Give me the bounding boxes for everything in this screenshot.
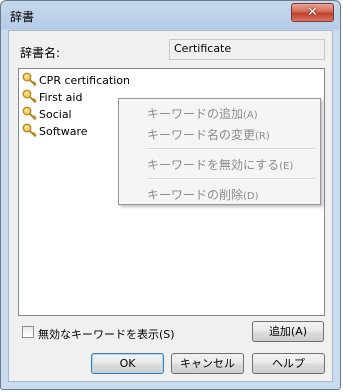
- menu-item-disable-keyword[interactable]: キーワードを無効にする(E): [147, 156, 293, 173]
- menu-item-label: キーワード名の変更: [147, 128, 256, 142]
- title-bar[interactable]: 辞書 ✕: [1, 1, 340, 29]
- menu-item-label: キーワードの削除: [147, 188, 244, 202]
- cancel-button[interactable]: キャンセル: [171, 353, 244, 374]
- key-icon: [22, 89, 37, 104]
- key-icon: [22, 72, 37, 87]
- help-button[interactable]: ヘルプ: [252, 353, 325, 374]
- key-icon: [22, 106, 37, 121]
- show-disabled-label: 無効なキーワードを表示(S): [38, 328, 175, 341]
- menu-item-label: キーワードを無効にする: [147, 158, 280, 172]
- dialog-body: 辞書名: Certificate CPR certification First…: [8, 30, 333, 382]
- key-icon: [22, 123, 37, 138]
- context-menu: キーワードの追加(A) キーワード名の変更(R) キーワードを無効にする(E) …: [118, 98, 321, 205]
- add-keyword-button[interactable]: 追加(A): [252, 321, 324, 342]
- close-button[interactable]: ✕: [291, 3, 334, 22]
- menu-item-accelerator: (R): [255, 131, 270, 142]
- close-icon: ✕: [307, 5, 318, 20]
- menu-item-accelerator: (A): [243, 110, 258, 121]
- menu-item-accelerator: (D): [243, 191, 259, 202]
- menu-item-delete-keyword[interactable]: キーワードの削除(D): [147, 186, 259, 203]
- menu-item-label: キーワードの追加: [147, 107, 244, 121]
- keyword-label: Software: [39, 125, 88, 138]
- dictionary-name-label: 辞書名:: [20, 46, 61, 60]
- menu-item-add-keyword[interactable]: キーワードの追加(A): [147, 105, 258, 122]
- keyword-label: CPR certification: [39, 74, 130, 87]
- window-title: 辞書: [10, 10, 35, 24]
- menu-item-rename-keyword[interactable]: キーワード名の変更(R): [147, 126, 270, 143]
- ok-button[interactable]: OK: [91, 353, 164, 374]
- show-disabled-checkbox[interactable]: [22, 326, 34, 338]
- menu-item-accelerator: (E): [279, 161, 294, 172]
- keyword-label: First aid: [39, 91, 83, 104]
- keyword-label: Social: [39, 108, 72, 121]
- dictionary-name-field: Certificate: [169, 39, 325, 60]
- menu-separator: [147, 178, 316, 180]
- dictionary-dialog: 辞書 ✕ 辞書名: Certificate CPR certification: [0, 0, 341, 390]
- menu-separator: [147, 148, 316, 150]
